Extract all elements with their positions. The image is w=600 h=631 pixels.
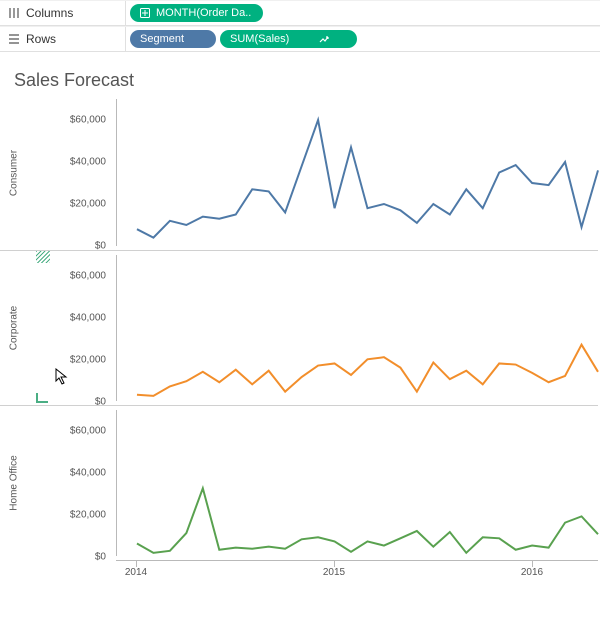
y-tick: $20,000: [54, 510, 106, 521]
row-header: Home Office: [9, 408, 20, 558]
plus-box-icon: [140, 8, 150, 18]
columns-pill-text: MONTH(Order Da..: [156, 7, 251, 19]
selection-handle: [36, 251, 50, 263]
selection-corner: [36, 393, 48, 403]
row-header: Corporate: [9, 253, 20, 403]
columns-shelf: Columns MONTH(Order Da..: [0, 0, 600, 26]
plot[interactable]: [116, 410, 598, 556]
rows-shelf: Rows Segment SUM(Sales): [0, 26, 600, 52]
y-tick: $60,000: [54, 115, 106, 126]
chart-panel-consumer[interactable]: Consumer$0$20,000$40,000$60,000: [0, 95, 598, 250]
plot[interactable]: [116, 99, 598, 246]
forecast-icon: [319, 34, 329, 44]
rows-shelf-label: Rows: [0, 27, 126, 51]
y-tick: $20,000: [54, 355, 106, 366]
rows-icon: [8, 33, 20, 45]
y-tick: $40,000: [54, 313, 106, 324]
x-tick: 2015: [323, 567, 345, 578]
plot[interactable]: [116, 255, 598, 401]
rows-pill-segment-text: Segment: [140, 33, 184, 45]
line-series[interactable]: [137, 488, 598, 553]
columns-pill-orderdate[interactable]: MONTH(Order Da..: [130, 4, 263, 22]
columns-shelf-label: Columns: [0, 1, 126, 25]
chart-panel-corporate[interactable]: Corporate$0$20,000$40,000$60,000: [0, 250, 598, 405]
chart-title[interactable]: Sales Forecast: [0, 52, 600, 95]
chart-area[interactable]: Consumer $0 $20,000 $40,000 $60,000 Corporate…: [0, 95, 598, 588]
rows-pill-sales[interactable]: SUM(Sales): [220, 30, 357, 48]
row-header: Consumer: [9, 98, 20, 248]
y-tick: $60,000: [54, 271, 106, 282]
y-tick: $40,000: [54, 468, 106, 479]
x-axis: 2014 2015 2016: [116, 560, 598, 588]
line-series[interactable]: [137, 345, 598, 396]
line-series[interactable]: [137, 120, 598, 238]
y-tick: $0: [54, 552, 106, 563]
columns-icon: [8, 7, 20, 19]
y-tick: $40,000: [54, 157, 106, 168]
x-tick: 2016: [521, 567, 543, 578]
x-tick: 2014: [125, 567, 147, 578]
rows-pill-sales-text: SUM(Sales): [230, 33, 289, 45]
rows-pill-segment[interactable]: Segment: [130, 30, 216, 48]
y-tick: $20,000: [54, 199, 106, 210]
columns-label-text: Columns: [26, 6, 73, 20]
y-tick: $60,000: [54, 426, 106, 437]
rows-label-text: Rows: [26, 32, 56, 46]
chart-panel-home-office[interactable]: Home Office $0 $20,000 $40,000 $60,000: [0, 405, 598, 560]
